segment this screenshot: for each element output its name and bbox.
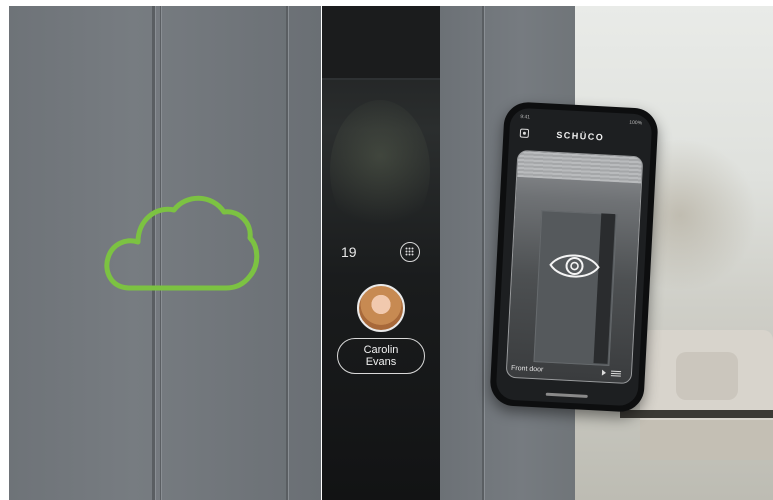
image-border-top: [0, 0, 773, 6]
status-bar: 9:41 100%: [520, 114, 642, 128]
smartphone: 9:41 100% SCHÜCO Front door: [489, 101, 659, 413]
contact-first-name: Carolin: [363, 344, 399, 356]
app-brand-title: SCHÜCO: [556, 129, 605, 143]
keypad-dots: [405, 247, 414, 256]
contact-avatar[interactable]: [357, 284, 405, 332]
cloud-icon: [104, 195, 260, 291]
phone-screen: 9:41 100% SCHÜCO Front door: [495, 107, 653, 407]
sofa-seat: [640, 420, 773, 460]
camera-controls-icon[interactable]: [601, 369, 623, 378]
door-camera-view[interactable]: Front door: [505, 149, 644, 385]
door-seam: [482, 6, 484, 500]
contact-last-name: Evans: [365, 356, 397, 368]
house-number: 19: [341, 244, 357, 260]
status-battery: 100%: [629, 119, 643, 127]
camera-canopy: [517, 150, 643, 184]
status-time: 9:41: [520, 113, 531, 121]
intercom-camera-housing: [322, 6, 440, 80]
camera-location-label: Front door: [510, 364, 544, 374]
scene: 19 Carolin Evans 9:41 100% SCHÜCO Front …: [0, 0, 773, 500]
sofa-cushion: [676, 352, 738, 400]
home-indicator[interactable]: [545, 392, 588, 398]
door-seam: [286, 6, 288, 500]
keypad-grid-icon[interactable]: [400, 242, 420, 262]
strip-reflection: [330, 100, 430, 240]
intercom-glass-strip: [322, 6, 440, 500]
sofa-frame: [620, 410, 773, 418]
image-border-left: [0, 0, 9, 500]
eye-icon[interactable]: [548, 249, 602, 284]
call-contact-button[interactable]: Carolin Evans: [337, 338, 425, 374]
